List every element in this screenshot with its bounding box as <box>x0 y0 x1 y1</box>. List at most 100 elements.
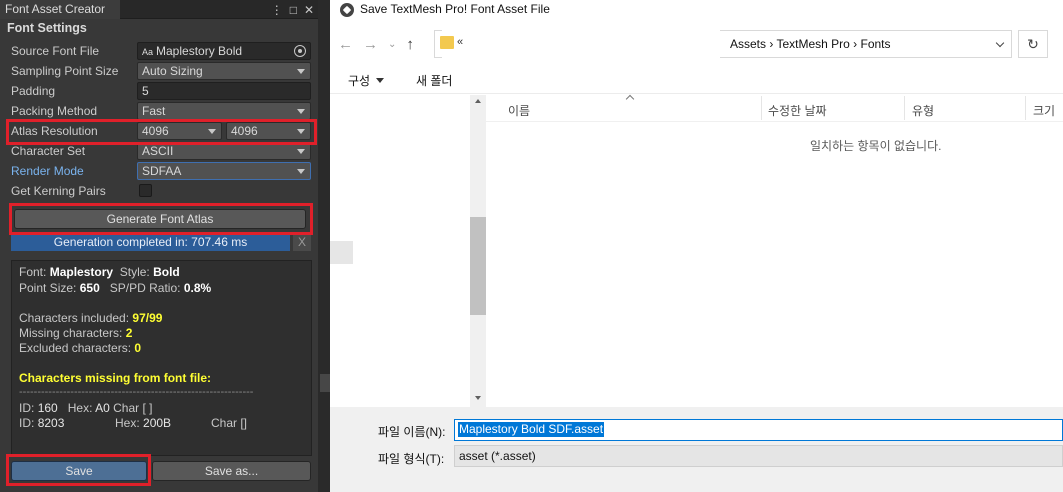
file-name-label: 파일 이름(N): <box>378 425 446 439</box>
row-atlas-resolution: Atlas Resolution 4096 4096 <box>0 121 318 141</box>
scroll-up-icon[interactable] <box>475 99 481 103</box>
file-type-label: 파일 형식(T): <box>378 452 445 466</box>
label-sampling-point-size: Sampling Point Size <box>11 64 119 78</box>
address-overflow[interactable]: « <box>457 36 463 48</box>
label-render-mode: Render Mode <box>11 164 84 178</box>
refresh-icon: ↻ <box>1027 36 1039 52</box>
character-set-value: ASCII <box>142 144 174 158</box>
up-arrow-icon[interactable]: ↑ <box>406 36 414 53</box>
more-options-icon[interactable]: ⋮ <box>271 3 283 17</box>
save-as-button[interactable]: Save as... <box>152 461 311 481</box>
dialog-bottom-panel: 파일 이름(N): Maplestory Bold SDF.asset 파일 형… <box>330 407 1063 492</box>
column-divider[interactable] <box>904 96 905 120</box>
dropdown-arrow-icon <box>297 69 305 74</box>
tab-bar: Font Asset Creator ⋮ □ ✕ <box>0 0 318 19</box>
packing-method-value: Fast <box>142 104 166 118</box>
row-character-set: Character Set ASCII <box>0 141 318 161</box>
font-asset-creator-panel: Font Asset Creator ⋮ □ ✕ Font Settings S… <box>0 0 318 492</box>
column-divider[interactable] <box>761 96 762 120</box>
refresh-button[interactable]: ↻ <box>1018 30 1048 58</box>
missing-char-row: ID: 160 Hex: A0 Char [ ] <box>19 401 153 415</box>
breadcrumb-path: Assets › TextMesh Pro › Fonts <box>730 37 891 51</box>
new-folder-button[interactable]: 새 폴더 <box>416 72 452 89</box>
scrollbar-thumb[interactable] <box>320 374 330 392</box>
object-picker-icon[interactable] <box>294 45 306 57</box>
get-kerning-pairs-checkbox[interactable] <box>139 184 152 197</box>
info-excluded-value: 0 <box>134 341 142 355</box>
file-list-header: 이름 수정한 날짜 유형 크기 <box>486 94 1063 122</box>
scroll-down-icon[interactable] <box>475 396 481 400</box>
label-character-set: Character Set <box>11 144 86 158</box>
file-type-dropdown[interactable]: asset (*.asset) <box>454 445 1063 467</box>
atlas-height-value: 4096 <box>231 124 258 138</box>
info-missing-line: Missing characters: 2 <box>19 326 133 340</box>
column-size[interactable]: 크기 <box>1033 102 1055 119</box>
generation-progress-bar: Generation completed in: 707.46 ms <box>11 234 290 251</box>
info-point-size-value: 650 <box>79 281 100 295</box>
info-excluded-line: Excluded characters: 0 <box>19 341 142 355</box>
forward-arrow-icon[interactable]: → <box>363 36 378 53</box>
clear-progress-button[interactable]: X <box>293 234 311 251</box>
organize-dropdown-icon <box>376 78 384 83</box>
sort-ascending-icon <box>625 94 635 104</box>
dropdown-arrow-icon <box>208 129 216 134</box>
maximize-icon[interactable]: □ <box>290 3 297 17</box>
info-font-line: Font: Maplestory Style: Bold <box>19 265 180 279</box>
dropdown-arrow-icon <box>297 109 305 114</box>
recent-locations-chevron-icon[interactable]: ⌄ <box>388 39 396 50</box>
dialog-toolbar: 구성 새 폴더 <box>330 64 1063 94</box>
row-source-font-file: Source Font File Aa Maplestory Bold <box>0 41 318 61</box>
row-sampling-point-size: Sampling Point Size Auto Sizing <box>0 61 318 81</box>
row-render-mode: Render Mode SDFAA <box>0 161 318 181</box>
padding-input[interactable]: 5 <box>137 82 311 100</box>
info-included-line: Characters included: 97/99 <box>19 311 163 325</box>
generate-font-atlas-button[interactable]: Generate Font Atlas <box>14 209 306 229</box>
navigation-buttons: ← → ⌄ ↑ <box>338 33 414 55</box>
chevron-down-icon[interactable] <box>995 38 1005 48</box>
dropdown-arrow-icon <box>297 169 305 174</box>
row-get-kerning-pairs: Get Kerning Pairs <box>0 181 318 201</box>
nav-pane-scroll-thumb[interactable] <box>470 217 486 315</box>
info-ratio-value: 0.8% <box>183 281 212 295</box>
packing-method-dropdown[interactable]: Fast <box>137 102 311 120</box>
source-font-file-field[interactable]: Aa Maplestory Bold <box>137 42 311 60</box>
atlas-width-dropdown[interactable]: 4096 <box>137 122 222 140</box>
label-get-kerning-pairs: Get Kerning Pairs <box>11 184 106 198</box>
atlas-height-dropdown[interactable]: 4096 <box>226 122 311 140</box>
address-breadcrumb[interactable]: Assets › TextMesh Pro › Fonts <box>720 30 1012 58</box>
screen: Font Asset Creator ⋮ □ ✕ Font Settings S… <box>0 0 1063 492</box>
row-padding: Padding 5 <box>0 81 318 101</box>
section-title: Font Settings <box>7 21 87 35</box>
save-file-dialog: Save TextMesh Pro! Font Asset File ← → ⌄… <box>330 0 1063 492</box>
file-name-value: Maplestory Bold SDF.asset <box>458 422 605 437</box>
sampling-point-size-dropdown[interactable]: Auto Sizing <box>137 62 311 80</box>
column-type[interactable]: 유형 <box>912 102 934 119</box>
column-name[interactable]: 이름 <box>508 102 530 119</box>
column-date-modified[interactable]: 수정한 날짜 <box>768 102 827 119</box>
inspector-scrollbar[interactable] <box>318 0 330 492</box>
column-divider[interactable] <box>1025 96 1026 120</box>
tab-font-asset-creator[interactable]: Font Asset Creator <box>0 0 120 19</box>
character-set-dropdown[interactable]: ASCII <box>137 142 311 160</box>
missing-char-row: ID: 8203 Hex: 200B Char [] <box>19 416 248 430</box>
organize-menu[interactable]: 구성 <box>348 72 370 89</box>
source-font-file-value: Maplestory Bold <box>156 44 243 58</box>
tab-controls: ⋮ □ ✕ <box>271 0 314 19</box>
close-icon[interactable]: ✕ <box>304 3 314 17</box>
info-missing-value: 2 <box>125 326 133 340</box>
save-button[interactable]: Save <box>11 461 147 481</box>
unity-logo-icon <box>340 3 354 17</box>
dialog-title: Save TextMesh Pro! Font Asset File <box>360 2 550 16</box>
back-arrow-icon[interactable]: ← <box>338 36 353 53</box>
info-included-value: 97/99 <box>132 311 163 325</box>
dialog-titlebar: Save TextMesh Pro! Font Asset File <box>330 0 1063 22</box>
info-separator: ----------------------------------------… <box>19 386 254 398</box>
nav-pane-edge <box>330 241 353 264</box>
dropdown-arrow-icon <box>297 129 305 134</box>
render-mode-dropdown[interactable]: SDFAA <box>137 162 311 180</box>
atlas-width-value: 4096 <box>142 124 169 138</box>
file-name-input[interactable]: Maplestory Bold SDF.asset <box>454 419 1063 441</box>
folder-icon <box>440 36 454 49</box>
label-packing-method: Packing Method <box>11 104 98 118</box>
empty-list-message: 일치하는 항목이 없습니다. <box>810 139 942 153</box>
